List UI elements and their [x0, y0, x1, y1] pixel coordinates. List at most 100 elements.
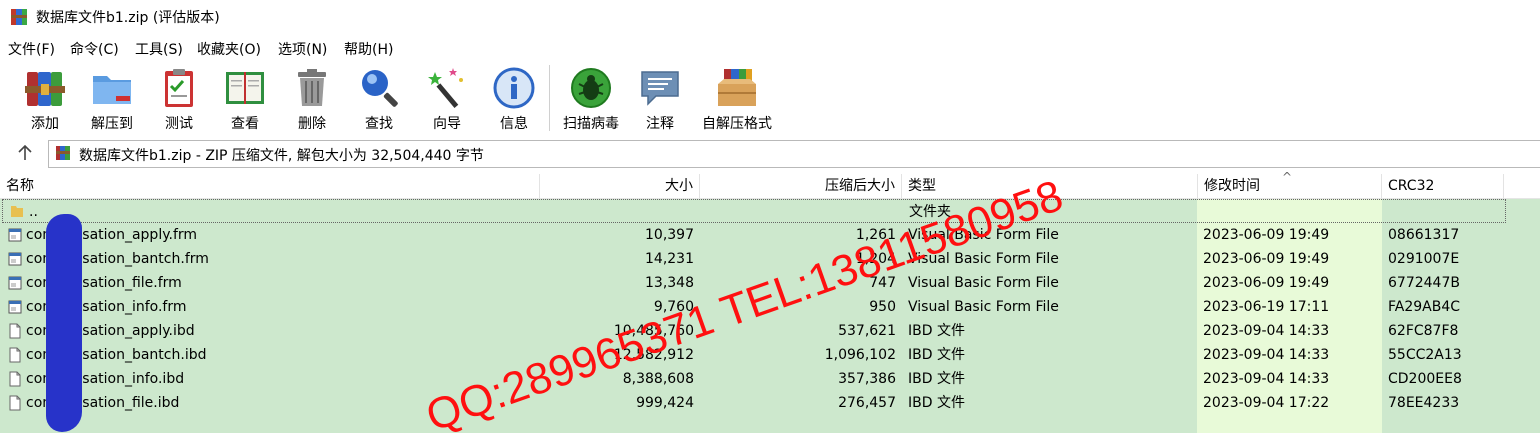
- column-crc[interactable]: CRC32: [1382, 174, 1504, 198]
- wizard-button[interactable]: 向导: [418, 61, 476, 133]
- file-size: 14,231: [645, 251, 694, 267]
- scan-virus-label: 扫描病毒: [563, 116, 619, 132]
- file-modified: 2023-09-04 14:33: [1203, 371, 1330, 387]
- address-bar: 数据库文件b1.zip - ZIP 压缩文件, 解包大小为 32,504,440…: [0, 140, 1540, 168]
- table-row[interactable]: compensation_bantch.ibd 12,582,912 1,096,1…: [0, 343, 1540, 367]
- menu-favorites[interactable]: 收藏夹(O): [197, 39, 261, 59]
- file-modified: 2023-06-09 19:49: [1203, 275, 1330, 291]
- title-bar: 数据库文件b1.zip (评估版本): [0, 0, 1540, 34]
- file-modified: 2023-09-04 14:33: [1203, 347, 1330, 363]
- trash-icon: [298, 69, 326, 106]
- table-row[interactable]: compensation_info.ibd 8,388,608 357,386 IBD…: [0, 367, 1540, 391]
- vb-form-file-icon: [8, 252, 22, 266]
- file-crc: 78EE4233: [1388, 395, 1460, 411]
- table-row[interactable]: compensation_bantch.frm 14,231 1,204 Visual…: [0, 247, 1540, 271]
- view-book-icon: [226, 72, 264, 104]
- sfx-button[interactable]: 自解压格式: [696, 61, 778, 133]
- test-clipboard-icon: [165, 69, 193, 107]
- delete-button[interactable]: 删除: [283, 61, 341, 133]
- table-row[interactable]: compensation_apply.frm 10,397 1,261 Visual …: [0, 223, 1540, 247]
- find-label: 查找: [365, 116, 393, 132]
- column-header: 名称 大小 压缩后大小 类型 修改时间 CRC32 ^: [0, 170, 1540, 199]
- test-button[interactable]: 测试: [150, 61, 208, 133]
- zip-file-icon: [56, 146, 70, 160]
- file-modified: 2023-09-04 14:33: [1203, 323, 1330, 339]
- window-title: 数据库文件b1.zip (评估版本): [36, 10, 220, 26]
- extract-to-label: 解压到: [91, 116, 133, 132]
- file-type: Visual Basic Form File: [908, 275, 1059, 291]
- add-label: 添加: [31, 116, 59, 132]
- sfx-box-icon: [718, 69, 756, 106]
- file-type: IBD 文件: [908, 395, 965, 411]
- parent-name: ..: [29, 204, 38, 220]
- file-crc: 0291007E: [1388, 251, 1460, 267]
- toolbar-separator: [549, 65, 550, 131]
- sfx-label: 自解压格式: [702, 116, 772, 132]
- file-modified: 2023-09-04 17:22: [1203, 395, 1330, 411]
- info-button[interactable]: 信息: [485, 61, 543, 133]
- wizard-wand-icon: [428, 68, 463, 109]
- file-crc: 6772447B: [1388, 275, 1460, 291]
- file-icon: [9, 395, 21, 411]
- file-crc: 55CC2A13: [1388, 347, 1462, 363]
- file-type: Visual Basic Form File: [908, 299, 1059, 315]
- table-row[interactable]: compensation_file.ibd 999,424 276,457 IBD 文…: [0, 391, 1540, 415]
- file-packed-size: 276,457: [838, 395, 896, 411]
- add-archive-icon: [25, 72, 65, 106]
- vb-form-file-icon: [8, 300, 22, 314]
- view-label: 查看: [231, 116, 259, 132]
- file-icon: [9, 371, 21, 387]
- menu-help[interactable]: 帮助(H): [344, 39, 393, 59]
- menu-bar: 文件(F) 命令(C) 工具(S) 收藏夹(O) 选项(N) 帮助(H): [0, 36, 1540, 60]
- file-modified: 2023-06-19 17:11: [1203, 299, 1330, 315]
- info-icon: [493, 67, 535, 109]
- file-icon: [9, 347, 21, 363]
- file-packed-size: 357,386: [838, 371, 896, 387]
- file-size: 13,348: [645, 275, 694, 291]
- menu-commands[interactable]: 命令(C): [70, 39, 119, 59]
- magnifier-icon: [362, 70, 398, 107]
- column-name[interactable]: 名称: [0, 174, 540, 198]
- path-field[interactable]: 数据库文件b1.zip - ZIP 压缩文件, 解包大小为 32,504,440…: [48, 140, 1540, 168]
- file-crc: 62FC87F8: [1388, 323, 1459, 339]
- menu-options[interactable]: 选项(N): [278, 39, 327, 59]
- file-crc: 08661317: [1388, 227, 1460, 243]
- file-type: IBD 文件: [908, 371, 965, 387]
- path-text: 数据库文件b1.zip - ZIP 压缩文件, 解包大小为 32,504,440…: [79, 148, 484, 164]
- view-button[interactable]: 查看: [216, 61, 274, 133]
- menu-tools[interactable]: 工具(S): [135, 39, 183, 59]
- comment-button[interactable]: 注释: [631, 61, 689, 133]
- file-crc: FA29AB4C: [1388, 299, 1461, 315]
- file-icon: [9, 323, 21, 339]
- up-arrow-icon[interactable]: [14, 142, 36, 164]
- menu-file[interactable]: 文件(F): [8, 39, 55, 59]
- wizard-label: 向导: [433, 116, 461, 132]
- column-size[interactable]: 大小: [540, 174, 700, 198]
- winrar-app-icon: [11, 9, 27, 25]
- parent-folder-row[interactable]: .. 文件夹: [2, 199, 1506, 223]
- extract-to-button[interactable]: 解压到: [82, 61, 142, 133]
- scan-virus-button[interactable]: 扫描病毒: [556, 61, 626, 133]
- folder-icon: [11, 206, 23, 217]
- add-button[interactable]: 添加: [16, 61, 74, 133]
- vb-form-file-icon: [8, 276, 22, 290]
- file-size: 10,397: [645, 227, 694, 243]
- file-type: IBD 文件: [908, 347, 965, 363]
- info-label: 信息: [500, 116, 528, 132]
- find-button[interactable]: 查找: [350, 61, 408, 133]
- extract-to-folder-icon: [93, 76, 131, 104]
- column-packed[interactable]: 压缩后大小: [700, 174, 902, 198]
- sort-caret-icon: ^: [1282, 170, 1293, 184]
- test-label: 测试: [165, 116, 193, 132]
- redaction-scribble: [46, 214, 82, 432]
- comment-label: 注释: [646, 116, 674, 132]
- file-crc: CD200EE8: [1388, 371, 1462, 387]
- delete-label: 删除: [298, 116, 326, 132]
- toolbar: 添加 解压到 测试 查看 删除 查找 向导 信息 扫描病毒 注释 自解压格式: [0, 61, 1540, 137]
- comment-icon: [641, 71, 679, 106]
- file-modified: 2023-06-09 19:49: [1203, 251, 1330, 267]
- vb-form-file-icon: [8, 228, 22, 242]
- file-type: IBD 文件: [908, 323, 965, 339]
- file-packed-size: 1,096,102: [824, 347, 896, 363]
- virus-scan-icon: [571, 68, 611, 108]
